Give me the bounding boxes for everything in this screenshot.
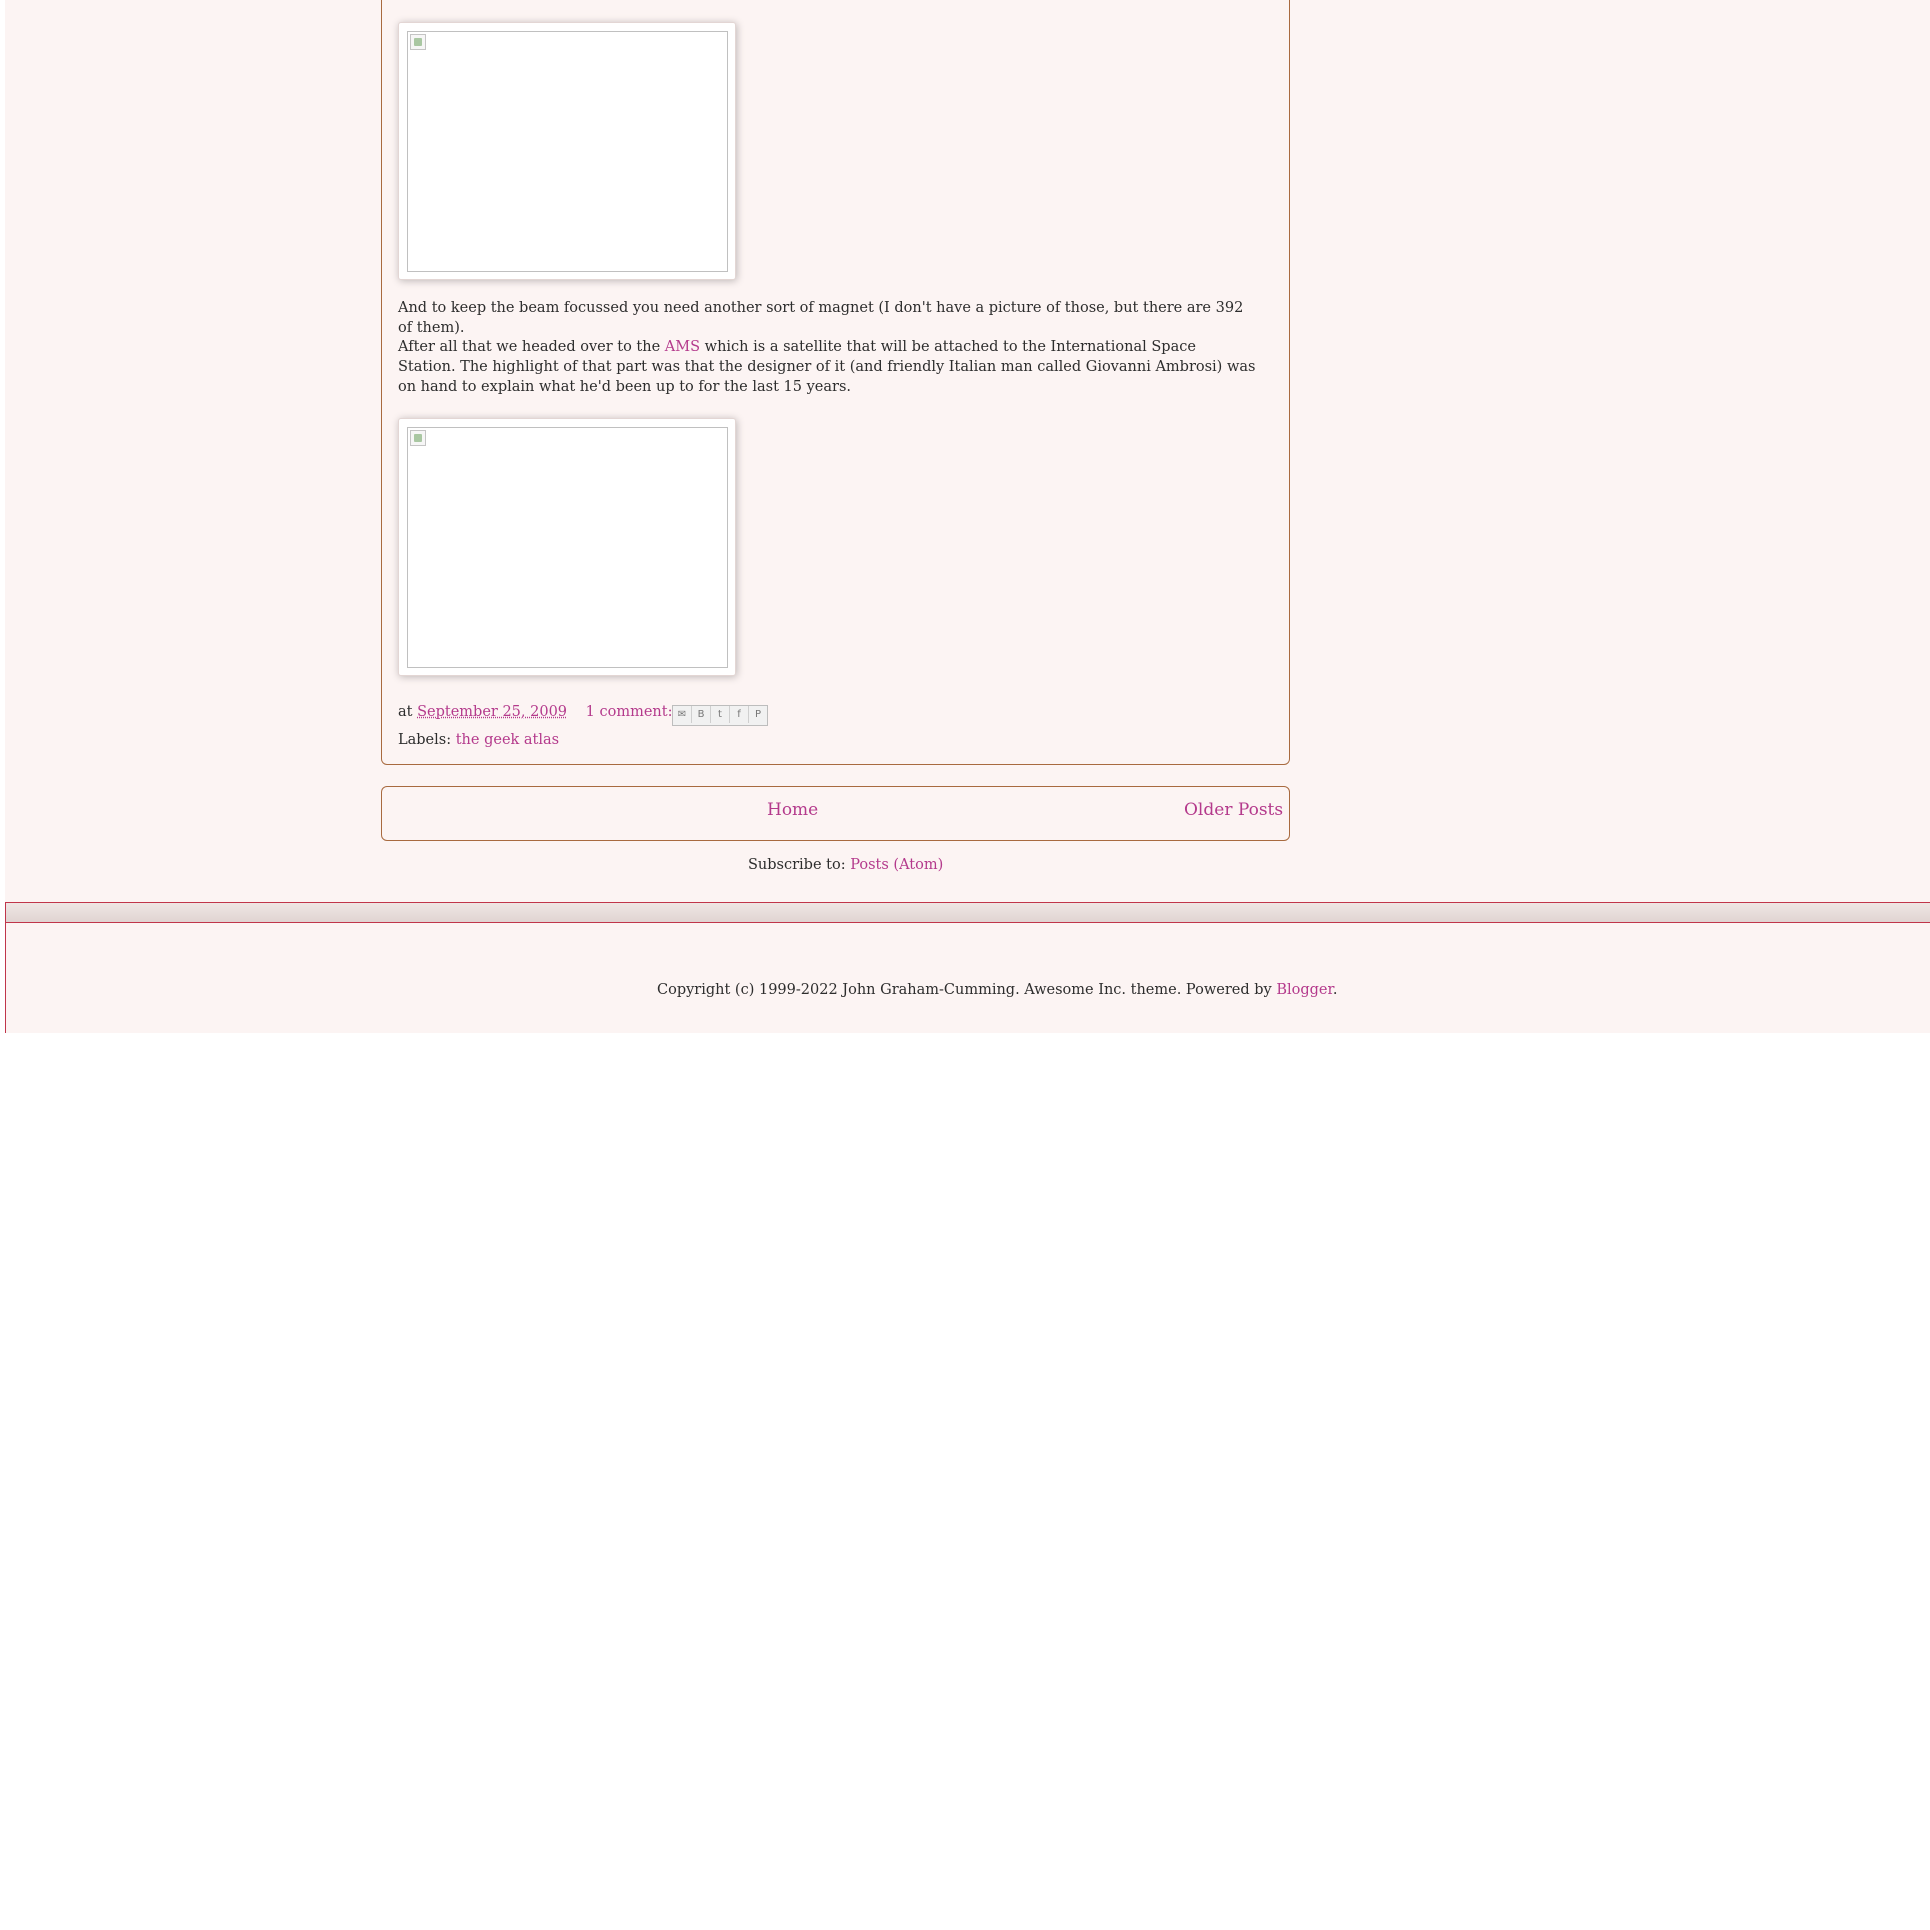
blogger-link[interactable]: Blogger [1276,982,1333,998]
blogthis-icon[interactable]: B [692,706,711,723]
email-icon[interactable]: ✉ [673,706,692,723]
post-paragraph-ams: After all that we headed over to the AMS… [398,337,1258,397]
copyright-end: . [1332,982,1338,998]
blog-pager [381,786,1290,841]
pinterest-icon[interactable]: P [749,706,767,723]
posts-atom-link[interactable]: Posts (Atom) [850,857,943,873]
paragraph-text: After all that we headed over to the [398,339,665,355]
twitter-icon[interactable]: t [711,706,730,723]
home-link[interactable]: Home [767,800,818,820]
at-label: at [398,704,413,720]
labels-label: Labels: [398,732,452,748]
post-meta: at September 25, 2009 1 comment: [398,704,672,720]
broken-image-icon [410,430,426,446]
footer-band [6,903,1930,923]
post-image-magnet[interactable] [398,22,736,280]
ams-link[interactable]: AMS [665,339,700,355]
image-frame [407,31,728,272]
subscribe-label: Subscribe to: [748,857,846,873]
post-date-link[interactable]: September 25, 2009 [417,704,567,720]
broken-image-icon [410,34,426,50]
comments-link[interactable]: 1 comment: [586,704,673,720]
share-buttons: ✉ B t f P [672,705,768,726]
copyright: Copyright (c) 1999-2022 John Graham-Cumm… [657,982,1337,998]
subscribe-line: Subscribe to: Posts (Atom) [748,857,943,873]
post-image-ams[interactable] [398,418,736,676]
image-frame [407,427,728,668]
post-paragraph: And to keep the beam focussed you need a… [398,300,1244,336]
copyright-text: Copyright (c) 1999-2022 John Graham-Cumm… [657,982,1277,998]
facebook-icon[interactable]: f [730,706,749,723]
label-link-geek-atlas[interactable]: the geek atlas [456,732,559,748]
post-labels: Labels: the geek atlas [398,732,559,748]
older-posts-link[interactable]: Older Posts [1184,800,1283,820]
